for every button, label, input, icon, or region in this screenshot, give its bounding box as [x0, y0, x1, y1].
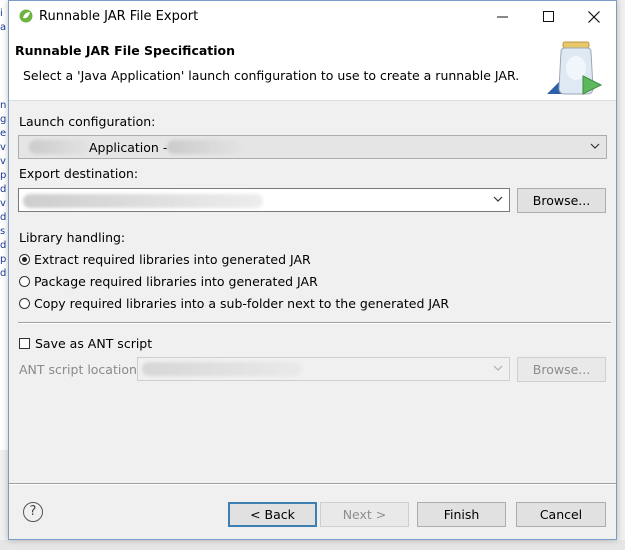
background-fragment: d [0, 212, 7, 223]
background-fragment: g [0, 114, 7, 125]
background-fragment: p [0, 254, 7, 265]
redacted-text [142, 362, 302, 376]
page-title: Runnable JAR File Specification [15, 43, 236, 58]
library-option-copy[interactable]: Copy required libraries into a sub-folde… [19, 294, 449, 312]
spring-leaf-icon [19, 9, 33, 23]
background-fragment: n [0, 100, 7, 111]
background-fragment: d [0, 268, 7, 279]
radio-button[interactable] [19, 253, 30, 265]
redacted-text [23, 194, 263, 208]
section-divider [18, 322, 611, 324]
save-ant-script-checkbox[interactable] [19, 337, 30, 349]
redacted-text [167, 140, 241, 154]
library-option-label: Copy required libraries into a sub-folde… [34, 295, 450, 311]
library-option-label: Package required libraries into generate… [34, 273, 318, 289]
library-option-package[interactable]: Package required libraries into generate… [19, 272, 318, 290]
page-description: Select a 'Java Application' launch confi… [23, 68, 520, 83]
background-fragment: v [0, 156, 6, 167]
cancel-button[interactable]: Cancel [516, 502, 606, 527]
minimize-icon [496, 16, 508, 18]
ant-browse-button[interactable]: Browse... [517, 357, 606, 382]
background-fragment: i [0, 8, 3, 19]
background-ide-bottom [0, 540, 625, 550]
export-dialog: Runnable JAR File Export Runnable JAR Fi… [8, 0, 617, 540]
background-fragment: v [0, 142, 6, 153]
background-fragment: e [0, 128, 7, 139]
export-destination-label: Export destination: [19, 166, 139, 181]
footer-divider [9, 483, 616, 485]
redacted-text [29, 140, 89, 154]
back-button[interactable]: < Back [228, 502, 317, 527]
title-bar: Runnable JAR File Export [9, 1, 616, 32]
next-button[interactable]: Next > [320, 502, 409, 527]
library-handling-label: Library handling: [19, 230, 126, 245]
minimize-button[interactable] [479, 1, 525, 32]
help-icon[interactable]: ? [23, 502, 43, 522]
wizard-header: Runnable JAR File Specification Select a… [9, 32, 616, 101]
launch-configuration-label: Launch configuration: [19, 114, 156, 129]
background-fragment: p [0, 170, 7, 181]
radio-button[interactable] [19, 275, 30, 287]
chevron-down-icon [590, 143, 600, 149]
maximize-icon [542, 11, 554, 22]
background-fragment: v [0, 198, 6, 209]
background-fragment: s [0, 226, 6, 237]
chevron-down-icon [493, 196, 503, 202]
background-fragment: a [0, 22, 7, 33]
library-option-label: Extract required libraries into generate… [34, 251, 311, 267]
close-icon [588, 10, 600, 23]
ant-location-label: ANT script location: [19, 362, 142, 377]
launch-configuration-value: Application - [89, 140, 168, 155]
export-destination-combo[interactable] [18, 188, 510, 212]
jar-export-wizard-icon [547, 41, 603, 95]
window-title: Runnable JAR File Export [39, 9, 199, 24]
background-fragment: d [0, 184, 7, 195]
library-option-extract[interactable]: Extract required libraries into generate… [19, 250, 311, 268]
finish-button[interactable]: Finish [417, 502, 506, 527]
chevron-down-icon [493, 365, 503, 371]
maximize-button[interactable] [525, 1, 571, 32]
save-ant-script-option[interactable]: Save as ANT script [19, 334, 152, 352]
export-browse-button[interactable]: Browse... [517, 188, 606, 213]
save-ant-script-label: Save as ANT script [35, 335, 153, 351]
radio-button[interactable] [19, 297, 30, 309]
background-fragment: d [0, 240, 7, 251]
ant-location-combo[interactable] [137, 357, 510, 381]
launch-configuration-select[interactable]: Application - [18, 135, 607, 159]
close-button[interactable] [571, 1, 617, 32]
